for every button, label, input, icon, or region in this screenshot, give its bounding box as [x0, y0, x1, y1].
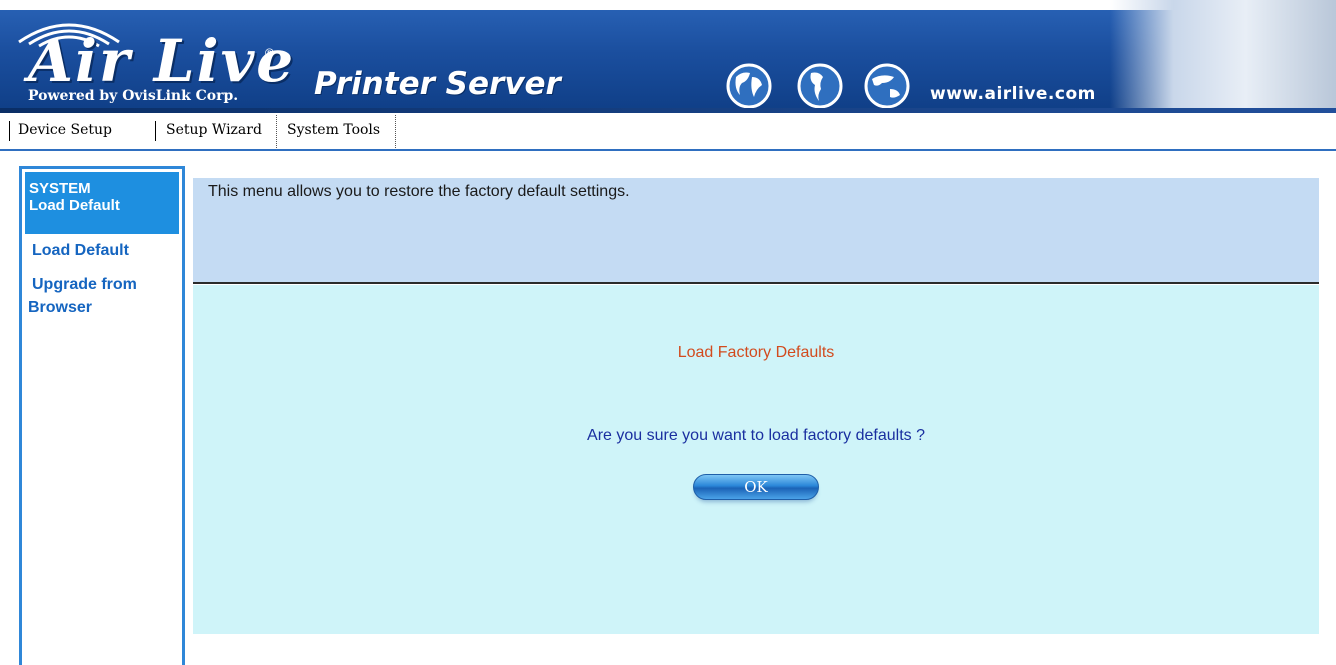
nav-device-setup[interactable]: Device Setup: [18, 122, 112, 138]
brand-logo: Air Live: [28, 27, 296, 95]
panel-title: Load Factory Defaults: [677, 344, 835, 361]
product-title: Printer Server: [314, 66, 561, 102]
nav-setup-wizard[interactable]: Setup Wizard: [166, 122, 262, 138]
ok-button[interactable]: OK: [693, 474, 819, 500]
nav-system-tools[interactable]: System Tools: [287, 122, 380, 138]
sidebar-item-upgrade-cont[interactable]: Browser: [28, 297, 92, 319]
sidebar-item-load-default[interactable]: Load Default: [32, 240, 129, 262]
top-nav: Device Setup Setup Wizard System Tools: [0, 113, 1336, 151]
globe-icon: [726, 63, 772, 109]
sidebar-section-subtitle: Load Default: [29, 197, 120, 214]
sidebar: SYSTEM Load Default Load Default Upgrade…: [19, 166, 185, 665]
nav-separator: [155, 121, 156, 141]
confirm-question: Are you sure you want to load factory de…: [587, 427, 925, 444]
header-photo: [1110, 0, 1336, 113]
action-panel: Load Factory Defaults Are you sure you w…: [193, 285, 1319, 634]
header-banner: Air Live ® Powered by OvisLink Corp. Pri…: [0, 0, 1336, 113]
registered-mark: ®: [265, 46, 274, 60]
brand-tagline: Powered by OvisLink Corp.: [28, 88, 239, 104]
nav-separator: [9, 121, 10, 141]
globe-icon: [797, 63, 843, 109]
sidebar-item-upgrade[interactable]: Upgrade from: [32, 274, 137, 296]
info-text: This menu allows you to restore the fact…: [208, 183, 630, 200]
sidebar-section-title: SYSTEM: [29, 180, 91, 197]
website-link[interactable]: www.airlive.com: [930, 84, 1096, 104]
sidebar-section-header: SYSTEM Load Default: [25, 172, 179, 234]
info-panel: This menu allows you to restore the fact…: [193, 178, 1319, 284]
globe-icon: [864, 63, 910, 109]
